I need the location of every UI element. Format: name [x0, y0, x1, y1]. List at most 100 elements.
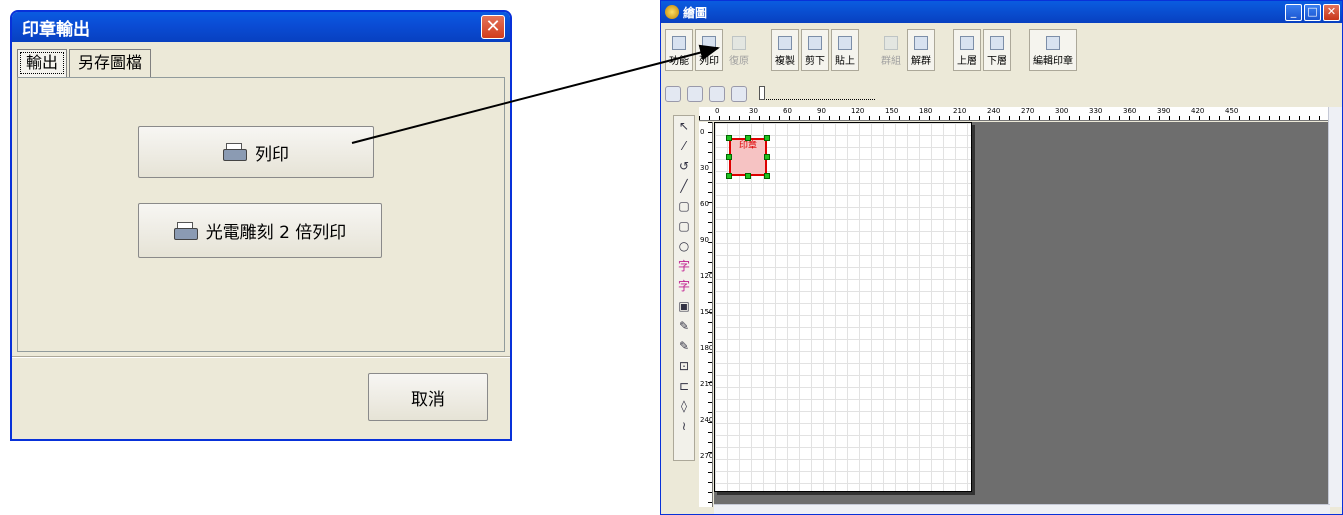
selection-handle[interactable] — [764, 154, 770, 160]
window-close-button[interactable]: ✕ — [1323, 4, 1340, 21]
rectangle-tool-icon[interactable]: ▢ — [674, 196, 694, 216]
toolbar-label: 剪下 — [805, 56, 825, 67]
ruler-tick-label: 120 — [700, 272, 713, 280]
selection-handle[interactable] — [726, 154, 732, 160]
horizontal-ruler: 0 30 60 90 120 150 180 210 240 270 300 330 360 390 420… — [699, 107, 1339, 121]
node-edit-icon[interactable]: ⁄ — [674, 136, 694, 156]
toolbar-print-button[interactable]: 列印 — [695, 29, 723, 71]
ruler-tick-label: 270 — [700, 452, 713, 460]
selected-stamp-object[interactable]: 印章 — [729, 138, 767, 176]
ruler-tick-label: 90 — [700, 236, 709, 244]
rotate-icon[interactable]: ↺ — [674, 156, 694, 176]
toolbar-label: 列印 — [699, 56, 719, 67]
ruler-tick-label: 180 — [700, 344, 713, 352]
ruler-tick-label: 60 — [783, 107, 792, 115]
toolbar-function-button[interactable]: 功能 — [665, 29, 693, 71]
ruler-tick-label: 90 — [817, 107, 826, 115]
print-button[interactable]: 列印 — [138, 126, 374, 178]
selection-handle[interactable] — [726, 135, 732, 141]
toolbar-group-button[interactable]: 群組 — [877, 29, 905, 71]
ruler-tick-label: 0 — [715, 107, 720, 115]
snap-grid-icon[interactable] — [665, 86, 681, 102]
printer-icon — [223, 143, 249, 161]
pen-tool-icon[interactable]: ✎ — [674, 316, 694, 336]
toolbar-label: 複製 — [775, 56, 795, 67]
stamp-text: 印章 — [738, 141, 757, 151]
zoom-in-icon[interactable] — [687, 86, 703, 102]
toolbar-send-backward-button[interactable]: 下層 — [983, 29, 1011, 71]
horizontal-scrollbar[interactable] — [714, 504, 1330, 514]
toolbar-copy-button[interactable]: 複製 — [771, 29, 799, 71]
printer-icon — [702, 36, 716, 50]
ruler-tick-label: 450 — [1225, 107, 1239, 115]
layer-down-icon — [990, 36, 1004, 50]
zoom-slider[interactable] — [759, 86, 875, 100]
polygon-tool-icon[interactable]: ⊡ — [674, 356, 694, 376]
selection-handle[interactable] — [745, 135, 751, 141]
ruler-tick-label: 30 — [700, 164, 709, 172]
line-tool-icon[interactable]: ╱ — [674, 176, 694, 196]
ruler-tick-label: 330 — [1089, 107, 1103, 115]
ungroup-icon — [914, 36, 928, 50]
zoom-out-icon[interactable] — [709, 86, 725, 102]
toolbar-bring-forward-button[interactable]: 上層 — [953, 29, 981, 71]
ruler-tick-label: 240 — [987, 107, 1001, 115]
toolbar-label: 上層 — [957, 56, 977, 67]
vertical-scrollbar[interactable] — [1328, 107, 1342, 507]
selection-handle[interactable] — [726, 173, 732, 179]
cancel-button[interactable]: 取消 — [368, 373, 488, 421]
copy-icon — [778, 36, 792, 50]
ruler-tick-label: 240 — [700, 416, 713, 424]
laser-engrave-print-button[interactable]: 光電雕刻 2 倍列印 — [138, 203, 382, 258]
ruler-tick-label: 150 — [700, 308, 713, 316]
toolbar-label: 編輯印章 — [1033, 56, 1073, 67]
ruler-tick-label: 210 — [700, 380, 713, 388]
drawing-window: 繪圖 _ □ ✕ 功能 列印 復原 複製 剪下 貼上 群組 解群 上層 下層 編… — [660, 0, 1343, 515]
window-title: 繪圖 — [683, 5, 708, 20]
tab-save-image[interactable]: 另存圖檔 — [69, 49, 152, 77]
curve-tool-icon[interactable]: ◊ — [674, 396, 694, 416]
ruler-tick-label: 420 — [1191, 107, 1205, 115]
fit-zoom-icon[interactable] — [731, 86, 747, 102]
framed-text-tool-icon[interactable]: 字 — [674, 276, 694, 296]
paste-icon — [838, 36, 852, 50]
toolbar-undo-button[interactable]: 復原 — [725, 29, 753, 71]
drawing-page[interactable] — [714, 122, 972, 492]
text-tool-icon[interactable]: 字 — [674, 256, 694, 276]
ruler-tick-label: 210 — [953, 107, 967, 115]
select-arrow-icon[interactable]: ↖ — [674, 116, 694, 136]
ruler-tick-label: 180 — [919, 107, 933, 115]
minimize-button[interactable]: _ — [1285, 4, 1302, 21]
tab-output[interactable]: 輸出 — [17, 49, 68, 77]
main-toolbar: 功能 列印 復原 複製 剪下 貼上 群組 解群 上層 下層 編輯印章 — [665, 29, 1079, 71]
ruler-tick-label: 360 — [1123, 107, 1137, 115]
ruler-tick-label: 120 — [851, 107, 865, 115]
dialog-close-button[interactable]: ✕ — [481, 15, 505, 39]
selection-handle[interactable] — [764, 135, 770, 141]
function-icon — [672, 36, 686, 50]
toolbar-label: 功能 — [669, 56, 689, 67]
edit-stamp-icon — [1046, 36, 1060, 50]
toolbar-label: 解群 — [911, 56, 931, 67]
rounded-rect-tool-icon[interactable]: ▢ — [674, 216, 694, 236]
toolbar-label: 復原 — [729, 56, 749, 67]
image-tool-icon[interactable]: ▣ — [674, 296, 694, 316]
stamp-output-dialog: 印章輸出 ✕ 輸出 另存圖檔 列印 光電雕刻 2 倍列印 取消 — [10, 10, 512, 441]
brush-tool-icon[interactable]: ✎ — [674, 336, 694, 356]
maximize-button[interactable]: □ — [1304, 4, 1321, 21]
ruler-tick-label: 390 — [1157, 107, 1171, 115]
ruler-tick-label: 270 — [1021, 107, 1035, 115]
undo-icon — [732, 36, 746, 50]
app-icon — [665, 5, 679, 19]
ellipse-tool-icon[interactable]: ○ — [674, 236, 694, 256]
selection-handle[interactable] — [764, 173, 770, 179]
toolbar-paste-button[interactable]: 貼上 — [831, 29, 859, 71]
toolbar-edit-stamp-button[interactable]: 編輯印章 — [1029, 29, 1077, 71]
freehand-tool-icon[interactable]: ≀ — [674, 416, 694, 436]
toolbar-cut-button[interactable]: 剪下 — [801, 29, 829, 71]
layer-up-icon — [960, 36, 974, 50]
ruler-tick-label: 300 — [1055, 107, 1069, 115]
polyline-tool-icon[interactable]: ⊏ — [674, 376, 694, 396]
selection-handle[interactable] — [745, 173, 751, 179]
toolbar-ungroup-button[interactable]: 解群 — [907, 29, 935, 71]
